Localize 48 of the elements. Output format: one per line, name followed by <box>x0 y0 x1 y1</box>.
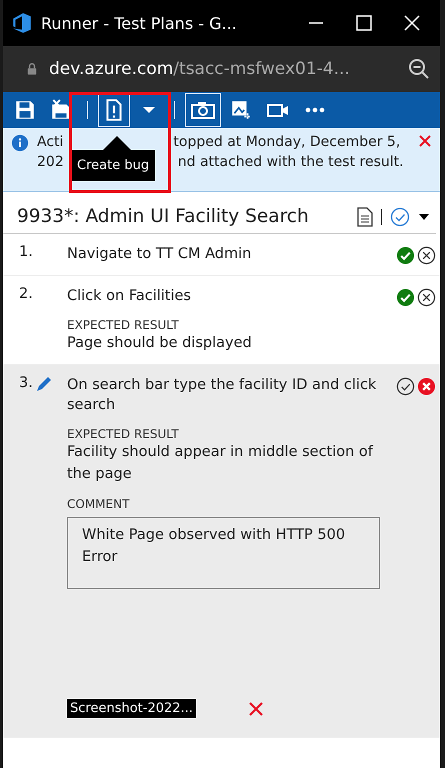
step-number: 3. <box>19 375 33 391</box>
fail-button[interactable] <box>417 246 436 265</box>
banner-text: nd attached with the test result. <box>178 154 404 170</box>
comment-label: COMMENT <box>67 497 130 511</box>
close-icon <box>404 15 420 31</box>
banner-text: 202 <box>37 154 64 170</box>
caret-icon <box>143 107 155 113</box>
more-icon <box>304 106 326 114</box>
step-text: Click on Facilities <box>67 287 192 306</box>
pass-button[interactable] <box>396 246 415 265</box>
step-text: On search bar type the facility ID and click search <box>67 376 378 415</box>
app-logo-icon <box>11 12 33 34</box>
fail-button[interactable] <box>417 288 436 307</box>
minimize-icon <box>308 22 324 24</box>
video-camera-icon <box>266 101 290 119</box>
zoom-out-button[interactable] <box>408 58 430 80</box>
step-row[interactable]: 1. Navigate to TT CM Admin <box>3 234 440 276</box>
pass-button[interactable] <box>396 288 415 307</box>
expected-result-label: EXPECTED RESULT <box>67 318 180 332</box>
pass-button[interactable] <box>396 377 415 396</box>
attachment-name[interactable]: Screenshot-2022... <box>67 699 196 718</box>
window-title: Runner - Test Plans - G... <box>41 14 238 32</box>
expected-result-text: Facility should appear in middle section of the page <box>67 443 374 484</box>
step-number: 2. <box>19 286 33 302</box>
maximize-icon <box>356 15 372 31</box>
caret-button[interactable] <box>418 212 430 222</box>
document-button[interactable] <box>357 206 373 226</box>
camera-icon <box>190 100 216 120</box>
comment-field[interactable]: White Page observed with HTTP 500 Error <box>67 517 380 589</box>
lock-icon <box>25 61 39 77</box>
test-case-title: 9933*: Admin UI Facility Search <box>17 206 310 227</box>
remove-attachment-button[interactable] <box>248 700 264 716</box>
save-icon <box>14 99 36 121</box>
banner-text: topped at Monday, December 5, <box>173 134 400 150</box>
expected-result-text: Page should be displayed <box>67 334 253 353</box>
create-bug-button[interactable] <box>98 93 130 127</box>
step-row[interactable]: 3. On search bar type the facility ID and click search EXPECTED RESULT Facility should appear in middle section of the page COMMENT White Page observed with HTTP 500 Error Screenshot-2022... <box>3 365 440 738</box>
dismiss-button[interactable] <box>418 134 432 148</box>
expected-result-label: EXPECTED RESULT <box>67 427 180 441</box>
info-icon <box>11 134 29 152</box>
mark-passed-button[interactable] <box>390 206 410 226</box>
save-close-icon <box>50 99 72 121</box>
step-number: 1. <box>19 244 33 260</box>
screenshot-button[interactable] <box>185 93 221 127</box>
tooltip-arrow-icon <box>103 134 131 150</box>
step-text: Navigate to TT CM Admin <box>67 245 252 264</box>
banner-text: Acti <box>37 134 64 150</box>
image-capture-icon <box>230 99 252 121</box>
